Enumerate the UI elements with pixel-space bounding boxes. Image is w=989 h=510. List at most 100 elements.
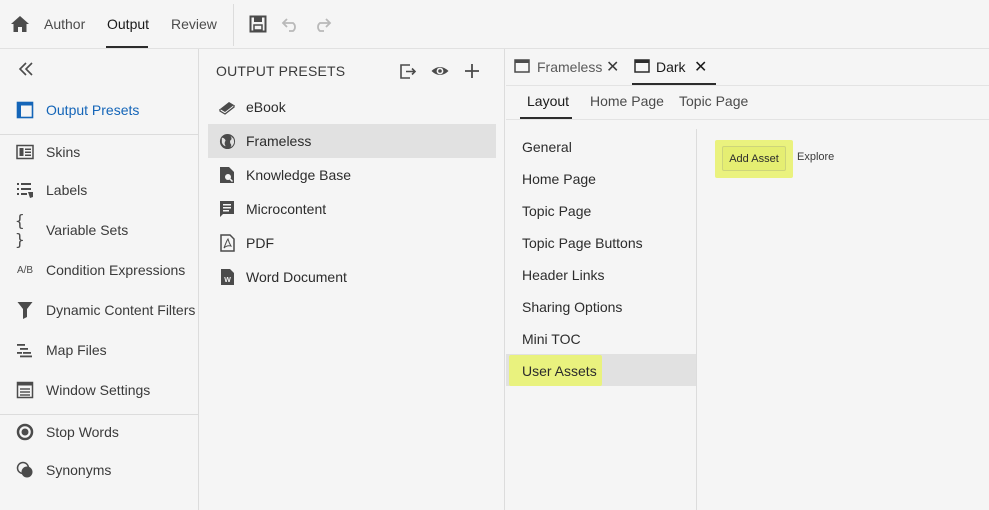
- section-topic-page-buttons[interactable]: Topic Page Buttons: [506, 226, 696, 258]
- labels-icon: [15, 180, 35, 200]
- skins-icon: [15, 142, 35, 162]
- add-asset-button[interactable]: Add Asset: [722, 146, 786, 171]
- section-mini-toc[interactable]: Mini TOC: [506, 322, 696, 354]
- section-home-page[interactable]: Home Page: [506, 162, 696, 194]
- sidebar-item-condition-expressions[interactable]: A/B Condition Expressions: [0, 255, 198, 285]
- divider: [506, 119, 989, 120]
- section-label: General: [522, 139, 572, 155]
- preset-microcontent[interactable]: Microcontent: [208, 192, 496, 226]
- doc-tab-label: Frameless: [537, 59, 603, 75]
- active-tab-underline: [106, 46, 148, 48]
- sidebar-divider: [0, 134, 198, 135]
- section-label: User Assets: [522, 363, 597, 379]
- explore-link[interactable]: Explore: [797, 151, 834, 163]
- sidebar-item-dynamic-content-filters[interactable]: Dynamic Content Filters: [0, 295, 198, 325]
- home-icon[interactable]: [10, 14, 30, 34]
- panel-title: OUTPUT PRESETS: [216, 63, 346, 79]
- svg-text:W: W: [224, 277, 231, 284]
- microcontent-icon: [218, 200, 236, 218]
- close-icon[interactable]: ✕: [694, 57, 707, 77]
- chevron-double-left-icon[interactable]: [17, 60, 35, 78]
- sidebar-item-label: Labels: [46, 182, 88, 198]
- sidebar-item-stop-words[interactable]: Stop Words: [0, 417, 198, 447]
- word-document-icon: W: [218, 268, 236, 286]
- layout-sections-list: General Home Page Topic Page Topic Page …: [506, 129, 697, 510]
- section-label: Header Links: [522, 267, 605, 283]
- dark-tab-icon: [634, 59, 650, 73]
- synonyms-icon: [15, 460, 35, 480]
- divider: [506, 85, 989, 86]
- preset-ebook[interactable]: eBook: [208, 90, 496, 124]
- braces-icon: { }: [15, 211, 25, 249]
- left-sidebar: Output Presets Skins Labels { } Variable…: [0, 49, 199, 510]
- doc-tab-frameless[interactable]: Frameless ✕: [506, 49, 626, 85]
- section-label: Topic Page Buttons: [522, 235, 643, 251]
- section-user-assets[interactable]: User Assets: [506, 354, 696, 386]
- user-assets-content: Add Asset Explore: [698, 129, 989, 510]
- tab-author[interactable]: Author: [44, 16, 85, 32]
- sidebar-divider: [0, 414, 198, 415]
- preset-word-document[interactable]: W Word Document: [208, 260, 496, 294]
- section-label: Mini TOC: [522, 331, 581, 347]
- knowledge-base-icon: [218, 166, 236, 184]
- preset-label: Word Document: [246, 269, 347, 285]
- sidebar-item-map-files[interactable]: Map Files: [0, 335, 198, 365]
- section-header-links[interactable]: Header Links: [506, 258, 696, 290]
- ab-icon: A/B: [16, 264, 34, 276]
- preset-label: PDF: [246, 235, 274, 251]
- sidebar-item-output-presets[interactable]: Output Presets: [0, 95, 198, 125]
- doc-tab-label: Dark: [656, 59, 686, 75]
- preset-frameless[interactable]: Frameless: [208, 124, 496, 158]
- sidebar-item-variable-sets[interactable]: { } Variable Sets: [0, 211, 198, 249]
- sidebar-item-label: Skins: [46, 144, 81, 160]
- output-presets-panel: OUTPUT PRESETS eBook Frameless Knowledge…: [200, 49, 505, 510]
- tab-output[interactable]: Output: [107, 16, 149, 32]
- top-bar: Author Output Review: [0, 0, 989, 49]
- undo-icon[interactable]: [281, 14, 301, 34]
- output-presets-icon: [15, 100, 35, 120]
- map-files-icon: [15, 340, 35, 360]
- sidebar-item-label: Variable Sets: [46, 222, 129, 238]
- sidebar-item-label: Synonyms: [46, 462, 112, 478]
- save-icon[interactable]: [248, 14, 268, 34]
- stop-words-icon: [15, 422, 35, 442]
- globe-icon: [218, 132, 236, 150]
- window-settings-icon: [15, 380, 35, 400]
- preset-label: Microcontent: [246, 201, 327, 217]
- preset-label: Frameless: [246, 133, 312, 149]
- sidebar-item-skins[interactable]: Skins: [0, 137, 198, 167]
- close-icon[interactable]: ✕: [606, 57, 619, 77]
- add-icon[interactable]: [462, 61, 482, 81]
- section-label: Topic Page: [522, 203, 592, 219]
- section-sharing-options[interactable]: Sharing Options: [506, 290, 696, 322]
- redo-icon[interactable]: [312, 14, 332, 34]
- sidebar-item-label: Dynamic Content Filters: [46, 302, 196, 318]
- sidebar-item-label: Stop Words: [46, 424, 119, 440]
- export-icon[interactable]: [398, 61, 418, 81]
- section-label: Sharing Options: [522, 299, 623, 315]
- tab-topic-page[interactable]: Topic Page: [679, 93, 748, 109]
- section-label: Home Page: [522, 171, 596, 187]
- sidebar-item-label: Output Presets: [46, 102, 140, 118]
- pdf-icon: [218, 234, 236, 252]
- tab-layout[interactable]: Layout: [527, 93, 569, 109]
- tab-home-page[interactable]: Home Page: [590, 93, 664, 109]
- section-topic-page[interactable]: Topic Page: [506, 194, 696, 226]
- toolbar-divider: [233, 4, 234, 46]
- preset-pdf[interactable]: PDF: [208, 226, 496, 260]
- sidebar-item-labels[interactable]: Labels: [0, 175, 198, 205]
- sidebar-item-synonyms[interactable]: Synonyms: [0, 455, 198, 485]
- ebook-icon: [218, 98, 236, 116]
- preset-editor: Frameless ✕ Dark ✕ Layout Home Page Topi…: [506, 49, 989, 510]
- preset-label: eBook: [246, 99, 286, 115]
- tab-review[interactable]: Review: [171, 16, 217, 32]
- frameless-tab-icon: [514, 59, 530, 73]
- section-general[interactable]: General: [506, 130, 696, 162]
- doc-tab-dark[interactable]: Dark ✕: [626, 49, 726, 85]
- preview-eye-icon[interactable]: [430, 61, 450, 81]
- sidebar-item-label: Condition Expressions: [46, 262, 186, 278]
- preset-knowledge-base[interactable]: Knowledge Base: [208, 158, 496, 192]
- filter-icon: [15, 300, 35, 320]
- sidebar-item-label: Window Settings: [46, 382, 151, 398]
- sidebar-item-window-settings[interactable]: Window Settings: [0, 375, 198, 405]
